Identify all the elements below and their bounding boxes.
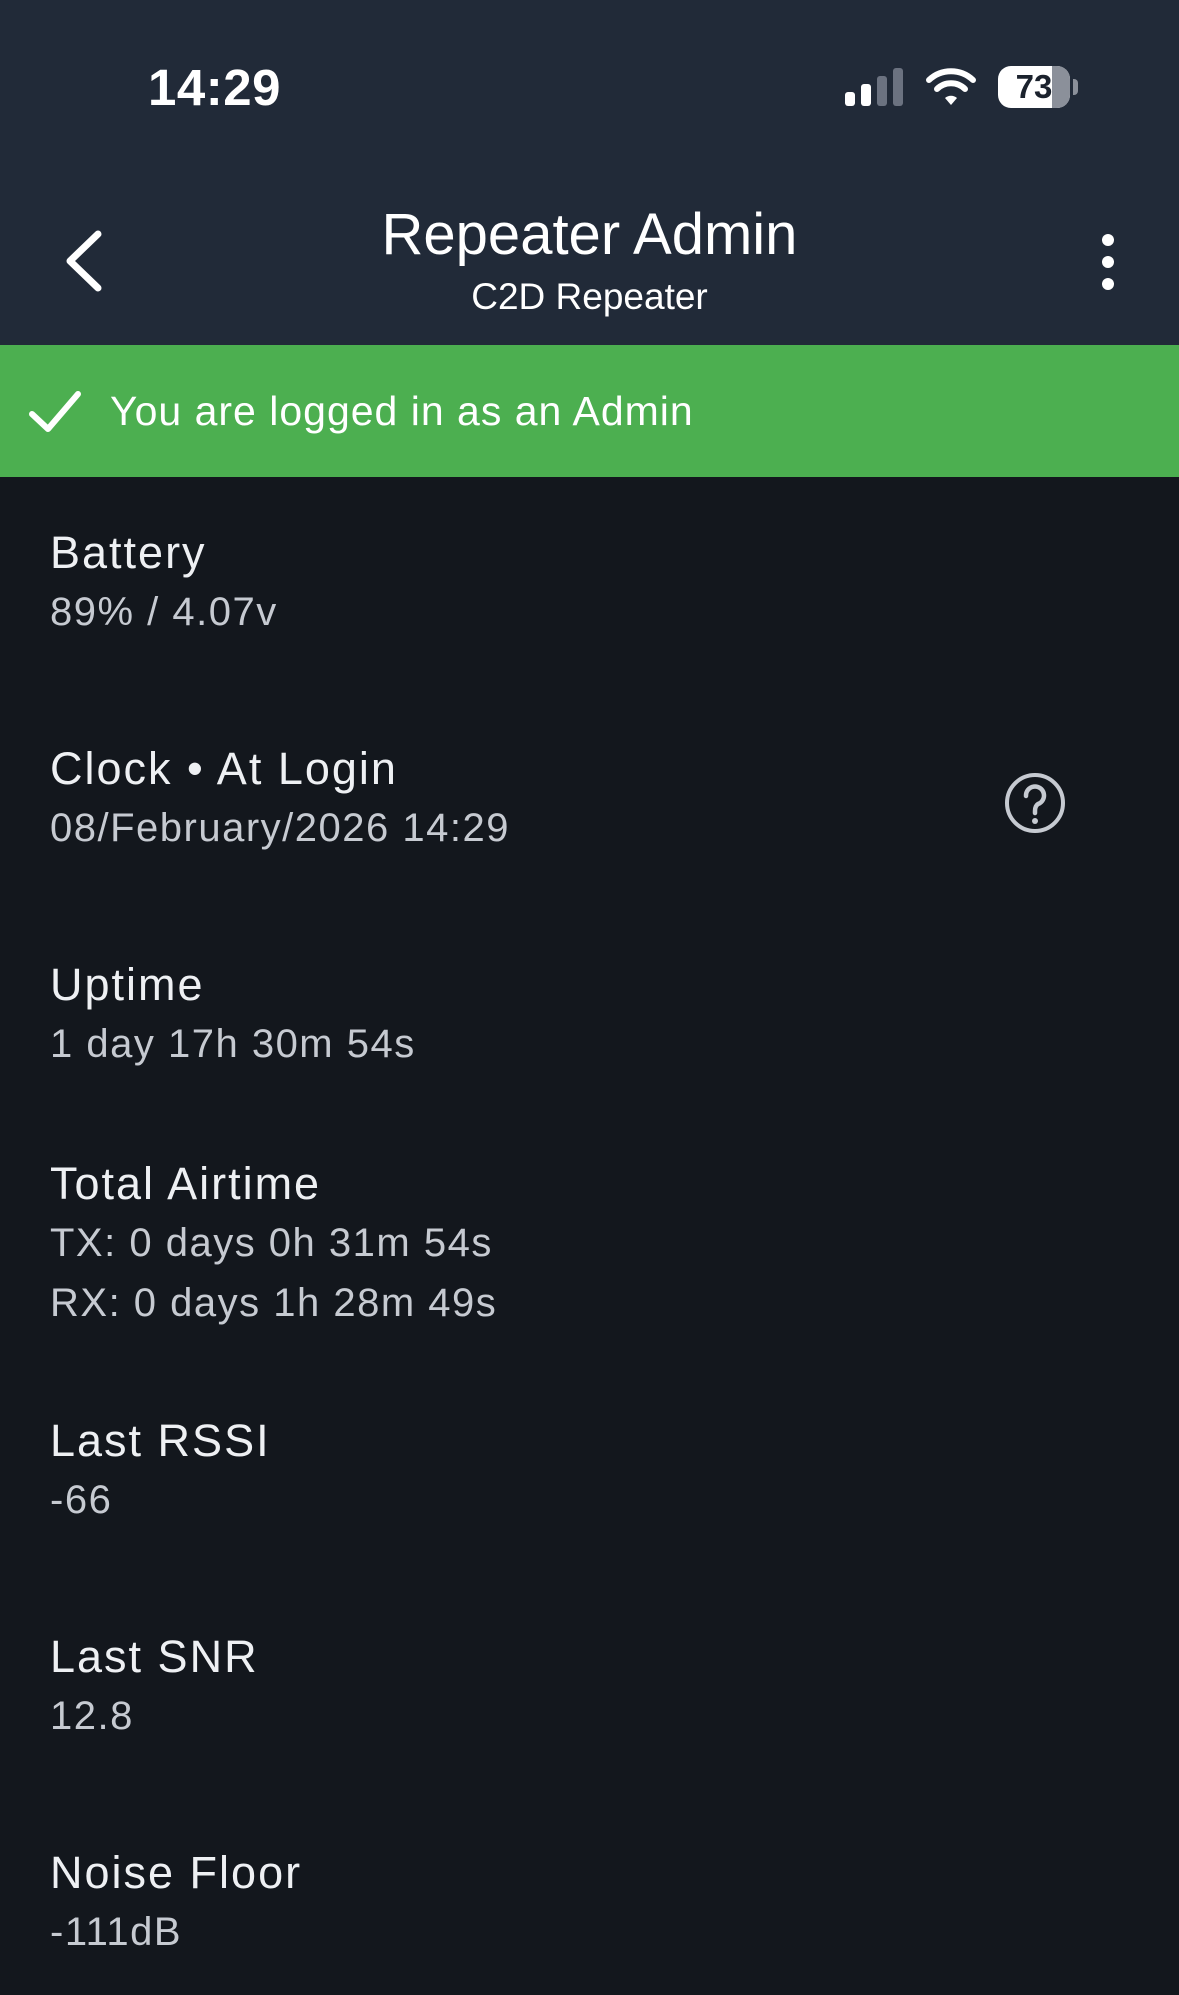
page-title: Repeater Admin xyxy=(381,202,798,267)
stat-label: Uptime xyxy=(50,959,205,1010)
total-airtime-stat: Total Airtime TX: 0 days 0h 31m 54s RX: … xyxy=(50,1155,1050,1333)
stat-value: 08/February/2026 14:29 xyxy=(50,806,510,850)
check-icon xyxy=(29,391,81,432)
stat-value: 89% / 4.07v xyxy=(50,590,278,634)
stat-label: Last RSSI xyxy=(50,1415,271,1466)
uptime-stat: Uptime 1 day 17h 30m 54s xyxy=(50,956,1050,1074)
stat-label: Last SNR xyxy=(50,1631,259,1682)
signal-icon xyxy=(845,68,903,106)
clock-stat: Clock • At Login 08/February/2026 14:29 xyxy=(50,740,1050,858)
stat-value: 12.8 xyxy=(50,1694,134,1738)
airtime-rx-value: RX: 0 days 1h 28m 49s xyxy=(50,1281,498,1325)
more-vertical-icon[interactable] xyxy=(1090,232,1126,292)
last-snr-stat: Last SNR 12.8 xyxy=(50,1628,1050,1746)
app-header: 14:29 73 Repeater Admin C2D Repeater xyxy=(0,0,1179,345)
airtime-tx-value: TX: 0 days 0h 31m 54s xyxy=(50,1221,493,1265)
page-subtitle: C2D Repeater xyxy=(471,276,708,317)
battery-level: 73 xyxy=(1015,68,1053,105)
wifi-icon xyxy=(926,68,976,105)
noise-floor-stat: Noise Floor -111dB xyxy=(50,1844,1050,1962)
battery-nub xyxy=(1073,79,1078,95)
title-block: Repeater Admin C2D Repeater xyxy=(0,200,1179,322)
battery-icon: 73 xyxy=(998,66,1078,108)
status-time: 14:29 xyxy=(148,59,281,116)
stat-label: Total Airtime xyxy=(50,1158,322,1209)
banner-text: You are logged in as an Admin xyxy=(110,388,694,434)
stat-value: -66 xyxy=(50,1478,113,1522)
help-icon[interactable] xyxy=(1003,771,1067,835)
stat-label: Clock • At Login xyxy=(50,743,398,794)
stat-value: 1 day 17h 30m 54s xyxy=(50,1022,416,1066)
stat-label: Noise Floor xyxy=(50,1847,303,1898)
stat-label: Battery xyxy=(50,527,207,578)
last-rssi-stat: Last RSSI -66 xyxy=(50,1412,1050,1530)
stat-value: -111dB xyxy=(50,1910,183,1954)
battery-body: 73 xyxy=(998,66,1070,108)
battery-stat: Battery 89% / 4.07v xyxy=(50,524,1050,642)
